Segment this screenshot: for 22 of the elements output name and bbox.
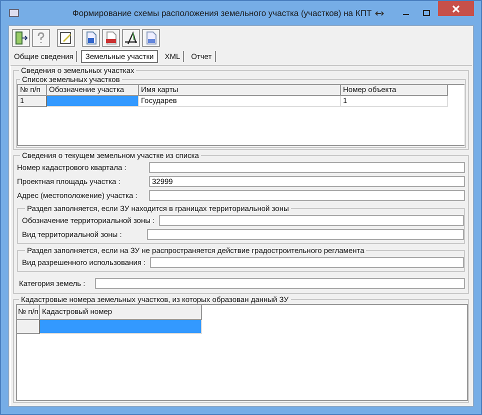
input-field[interactable] [147,228,464,240]
pdf-button[interactable] [102,29,120,47]
input-field[interactable] [149,190,465,200]
exit-icon [14,31,28,45]
input-field[interactable] [95,278,465,288]
document-button[interactable] [82,29,100,47]
input-field[interactable] [149,162,465,172]
edit-button[interactable] [57,29,75,47]
close-icon [452,4,460,12]
app-icon [9,9,19,17]
row-header[interactable] [17,320,40,334]
window-title: Формирование схемы расположения земельного участка (участков) на КПТ [71,8,373,18]
input-field[interactable] [158,214,464,226]
drawing-button[interactable] [122,29,140,47]
input-field[interactable] [150,256,464,268]
edit-icon [59,31,73,45]
exit-button[interactable] [12,29,30,47]
file-icon [144,31,158,45]
document-icon [84,31,98,45]
resize-icon[interactable] [375,10,384,16]
drawing-icon [124,31,138,45]
close-button[interactable] [438,1,474,16]
